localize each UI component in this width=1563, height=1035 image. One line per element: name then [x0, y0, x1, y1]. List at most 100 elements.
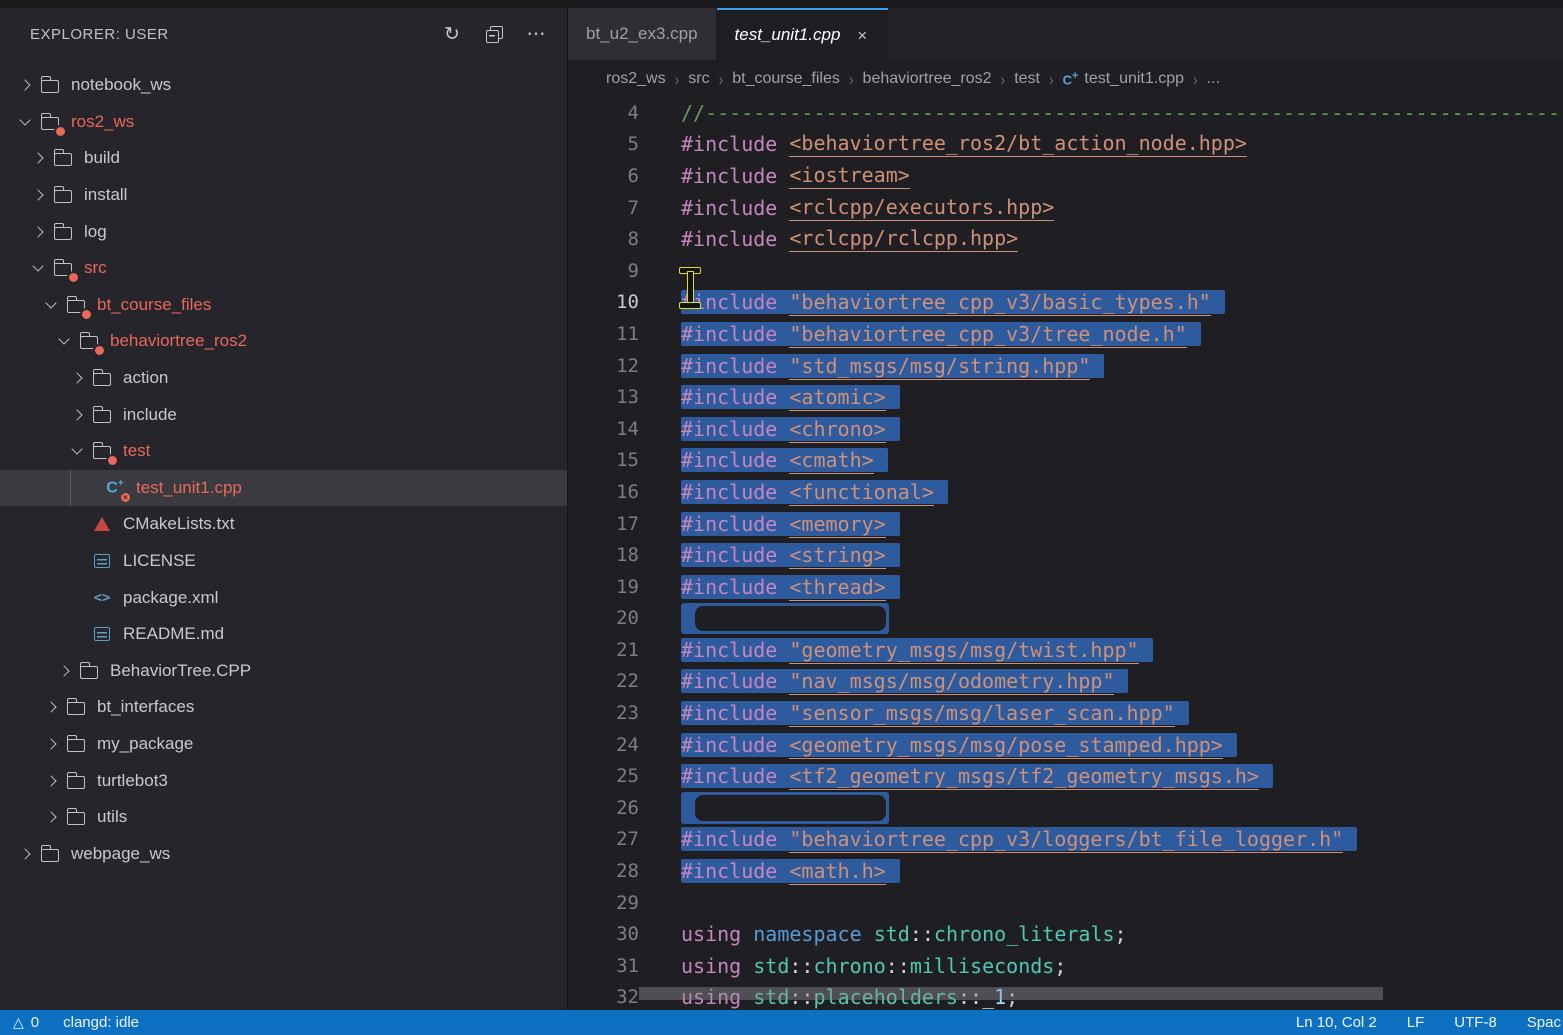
code-line-20[interactable]: 20 [568, 603, 1563, 635]
line-number: 9 [568, 260, 639, 282]
code-line-11[interactable]: 11#include "behaviortree_cpp_v3/tree_nod… [568, 318, 1563, 350]
more-actions-icon[interactable]: ⋯ [523, 21, 549, 47]
tree-item-bt_course_files[interactable]: bt_course_files [0, 287, 567, 324]
tree-item-behaviortree_ros2[interactable]: behaviortree_ros2 [0, 323, 567, 360]
chevron-right-icon[interactable] [51, 667, 77, 675]
code-line-4[interactable]: 4//-------------------------------------… [568, 97, 1563, 129]
code-line-9[interactable]: 9 [568, 255, 1563, 287]
tab-bt_u2_ex3.cpp[interactable]: bt_u2_ex3.cpp [568, 8, 717, 60]
tree-item-ros2_ws[interactable]: ros2_ws [0, 104, 567, 141]
code-line-7[interactable]: 7#include <rclcpp/executors.hpp> [568, 192, 1563, 224]
folder-glyph [41, 80, 59, 93]
code-token: ; [1054, 954, 1066, 978]
chevron-right-icon[interactable] [64, 374, 90, 382]
code-line-18[interactable]: 18#include <string> [568, 539, 1563, 571]
chevron-down-icon[interactable] [51, 339, 77, 343]
chevron-right-icon[interactable] [38, 703, 64, 711]
chevron-glyph [32, 261, 43, 272]
code-line-16[interactable]: 16#include <functional> [568, 476, 1563, 508]
tree-item-notebook_ws[interactable]: notebook_ws [0, 67, 567, 104]
code-line-15[interactable]: 15#include <cmath> [568, 445, 1563, 477]
breadcrumb-item-ros2_ws[interactable]: ros2_ws [606, 70, 666, 88]
chevron-right-icon[interactable] [12, 850, 38, 858]
code-line-27[interactable]: 27#include "behaviortree_cpp_v3/loggers/… [568, 824, 1563, 856]
tree-item-my_package[interactable]: my_package [0, 726, 567, 763]
code-line-28[interactable]: 28#include <math.h> [568, 855, 1563, 887]
chevron-right-icon[interactable] [25, 228, 51, 236]
code-line-21[interactable]: 21#include "geometry_msgs/msg/twist.hpp" [568, 634, 1563, 666]
chevron-down-icon[interactable] [25, 266, 51, 270]
code-line-26[interactable]: 26 [568, 792, 1563, 824]
code-line-19[interactable]: 19#include <thread> [568, 571, 1563, 603]
indent-indicator[interactable]: Spac [1527, 1014, 1561, 1031]
folder-icon [51, 147, 75, 169]
code-line-12[interactable]: 12#include "std_msgs/msg/string.hpp" [568, 350, 1563, 382]
tree-item-label: my_package [97, 734, 193, 754]
breadcrumb-item-...[interactable]: ... [1207, 70, 1220, 88]
horizontal-scrollbar[interactable] [639, 987, 1383, 1000]
code-line-17[interactable]: 17#include <memory> [568, 508, 1563, 540]
tree-item-test_unit1.cpp[interactable]: C+×test_unit1.cpp [0, 470, 567, 507]
breadcrumb-item-src[interactable]: src [688, 70, 709, 88]
code-line-22[interactable]: 22#include "nav_msgs/msg/odometry.hpp" [568, 666, 1563, 698]
chevron-right-icon[interactable] [25, 154, 51, 162]
tree-item-LICENSE[interactable]: LICENSE [0, 543, 567, 580]
collapse-folders-icon[interactable] [481, 21, 507, 47]
code-line-25[interactable]: 25#include <tf2_geometry_msgs/tf2_geomet… [568, 760, 1563, 792]
tree-item-README.md[interactable]: README.md [0, 616, 567, 653]
encoding-indicator[interactable]: UTF-8 [1454, 1014, 1497, 1031]
code-line-6[interactable]: 6#include <iostream> [568, 160, 1563, 192]
tree-item-action[interactable]: action [0, 360, 567, 397]
tree-item-build[interactable]: build [0, 140, 567, 177]
chevron-right-icon[interactable] [38, 777, 64, 785]
close-icon[interactable]: × [854, 25, 870, 46]
tree-item-CMakeLists.txt[interactable]: CMakeLists.txt [0, 506, 567, 543]
eol-indicator[interactable]: LF [1407, 1014, 1425, 1031]
breadcrumb-item-bt_course_files[interactable]: bt_course_files [732, 70, 840, 88]
code-line-14[interactable]: 14#include <chrono> [568, 413, 1563, 445]
refresh-icon[interactable]: ↻ [439, 21, 465, 47]
chevron-down-icon[interactable] [38, 303, 64, 307]
tree-item-install[interactable]: install [0, 177, 567, 214]
code-line-24[interactable]: 24#include <geometry_msgs/msg/pose_stamp… [568, 729, 1563, 761]
code-token [862, 922, 874, 946]
tree-item-utils[interactable]: utils [0, 799, 567, 836]
code-line-30[interactable]: 30using namespace std::chrono_literals; [568, 918, 1563, 950]
chevron-right-icon[interactable] [38, 740, 64, 748]
code-line-29[interactable]: 29 [568, 887, 1563, 919]
code-editor[interactable]: 4//-------------------------------------… [568, 97, 1563, 1010]
tree-item-test[interactable]: test [0, 433, 567, 470]
cursor-position[interactable]: Ln 10, Col 2 [1296, 1014, 1377, 1031]
tree-item-BehaviorTree.CPP[interactable]: BehaviorTree.CPP [0, 653, 567, 690]
code-line-5[interactable]: 5#include <behaviortree_ros2/bt_action_n… [568, 129, 1563, 161]
tree-item-label: bt_interfaces [97, 697, 194, 717]
problems-indicator[interactable]: △ 0 [13, 1014, 39, 1031]
line-number: 11 [568, 323, 639, 345]
breadcrumb-item-behaviortree_ros2[interactable]: behaviortree_ros2 [863, 70, 992, 88]
code-line-8[interactable]: 8#include <rclcpp/rclcpp.hpp> [568, 223, 1563, 255]
code-line-23[interactable]: 23#include "sensor_msgs/msg/laser_scan.h… [568, 697, 1563, 729]
chevron-right-icon[interactable] [64, 411, 90, 419]
tree-item-package.xml[interactable]: <>package.xml [0, 579, 567, 616]
code-line-10[interactable]: 10#include "behaviortree_cpp_v3/basic_ty… [568, 287, 1563, 319]
breadcrumb-item-test[interactable]: test [1014, 70, 1040, 88]
chevron-down-icon[interactable] [64, 449, 90, 453]
tree-item-webpage_ws[interactable]: webpage_ws [0, 835, 567, 872]
tree-item-include[interactable]: include [0, 396, 567, 433]
breadcrumb-label: bt_course_files [732, 70, 840, 88]
chevron-right-icon[interactable] [12, 81, 38, 89]
chevron-right-icon[interactable] [25, 191, 51, 199]
tree-item-src[interactable]: src [0, 250, 567, 287]
clangd-status[interactable]: clangd: idle [63, 1014, 139, 1031]
tree-item-turtlebot3[interactable]: turtlebot3 [0, 762, 567, 799]
chevron-right-icon[interactable] [38, 813, 64, 821]
tab-test_unit1.cpp[interactable]: test_unit1.cpp× [717, 8, 889, 60]
chevron-down-icon[interactable] [12, 120, 38, 124]
code-line-13[interactable]: 13#include <atomic> [568, 381, 1563, 413]
breadcrumb-item-test_unit1.cpp[interactable]: C+test_unit1.cpp [1063, 70, 1184, 88]
chevron-glyph [71, 444, 82, 455]
tree-item-log[interactable]: log [0, 213, 567, 250]
tree-item-bt_interfaces[interactable]: bt_interfaces [0, 689, 567, 726]
code-line-31[interactable]: 31using std::chrono::milliseconds; [568, 950, 1563, 982]
code-token: chrono [813, 954, 885, 978]
